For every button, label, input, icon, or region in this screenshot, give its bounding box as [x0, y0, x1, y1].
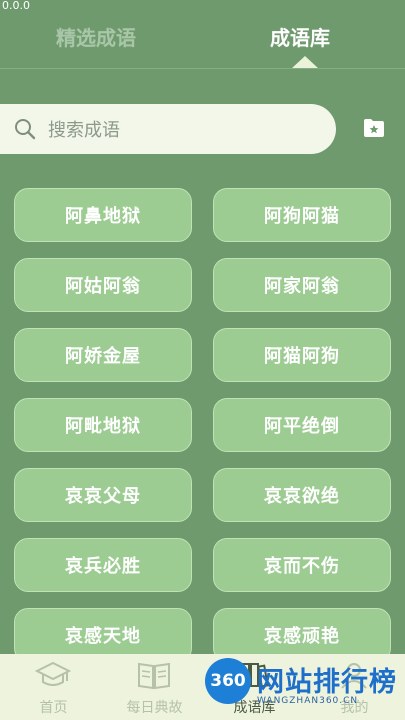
- search-bar[interactable]: [0, 104, 336, 154]
- idiom-item[interactable]: 哀哀父母: [14, 468, 192, 522]
- tab-idiom-library[interactable]: 成语库: [270, 22, 330, 51]
- idiom-item[interactable]: 阿平绝倒: [213, 398, 391, 452]
- idiom-item[interactable]: 阿娇金屋: [14, 328, 192, 382]
- search-input[interactable]: [46, 114, 320, 146]
- idiom-item[interactable]: 哀兵必胜: [14, 538, 192, 592]
- idiom-item[interactable]: 哀哀欲绝: [213, 468, 391, 522]
- idiom-item[interactable]: 阿家阿翁: [213, 258, 391, 312]
- graduation-cap-icon: [35, 661, 71, 686]
- idiom-item[interactable]: 哀而不伤: [213, 538, 391, 592]
- watermark-title: 网站排行榜: [257, 667, 397, 698]
- book-icon: [138, 662, 170, 690]
- watermark-logo: 360 网站排行榜 WANGZHAN360.CN: [205, 658, 405, 720]
- idiom-item[interactable]: 阿狗阿猫: [213, 188, 391, 242]
- idiom-item[interactable]: 阿鼻地狱: [14, 188, 192, 242]
- nav-label-daily-story: 每日典故: [126, 700, 183, 716]
- watermark-badge: 360: [205, 658, 251, 704]
- watermark-subtitle: WANGZHAN360.CN: [257, 696, 359, 706]
- tab-divider: [0, 68, 405, 69]
- tab-featured-idioms[interactable]: 精选成语: [56, 22, 136, 51]
- idiom-item[interactable]: 阿猫阿狗: [213, 328, 391, 382]
- nav-label-home: 首页: [39, 700, 68, 716]
- folder-star-icon[interactable]: [363, 118, 385, 138]
- idiom-item[interactable]: 阿毗地狱: [14, 398, 192, 452]
- search-icon: [15, 119, 36, 140]
- nav-item-home[interactable]: 首页: [13, 654, 94, 720]
- top-tab-bar: 精选成语 成语库: [0, 0, 405, 69]
- nav-item-daily-story[interactable]: 每日典故: [114, 654, 195, 720]
- idiom-item[interactable]: 阿姑阿翁: [14, 258, 192, 312]
